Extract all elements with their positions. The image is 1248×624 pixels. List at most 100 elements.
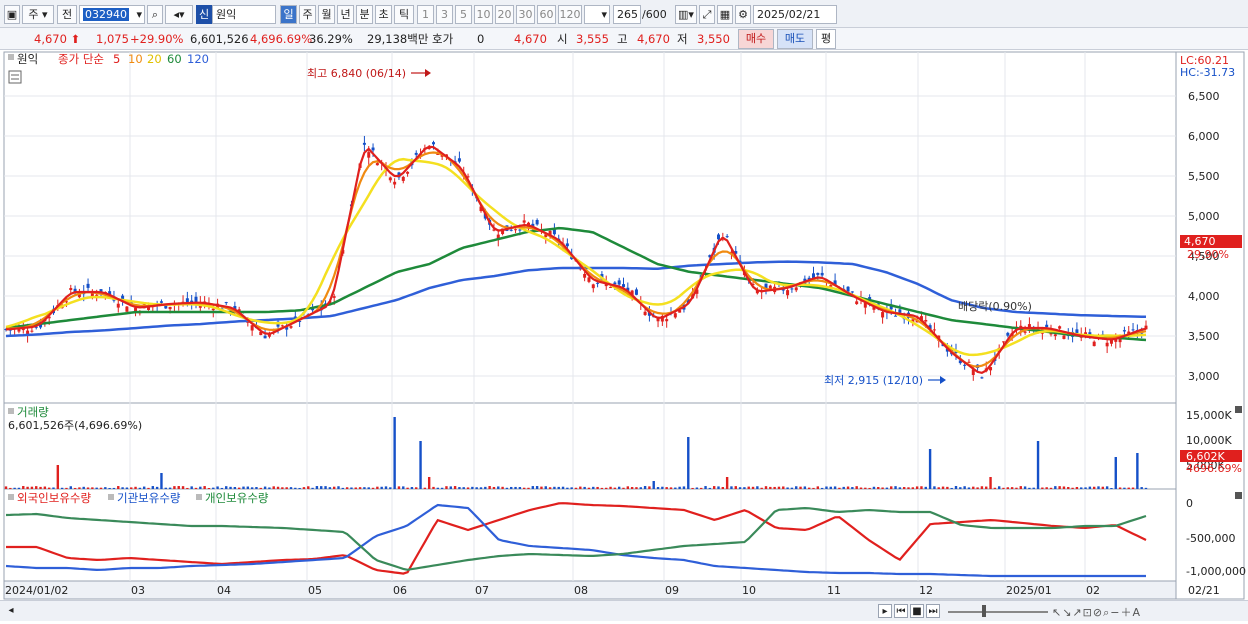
candle-body: [514, 229, 518, 231]
svg-text:2025/01: 2025/01: [1006, 584, 1052, 597]
svg-text:6,500: 6,500: [1188, 90, 1220, 103]
calculator-icon[interactable]: [8, 70, 22, 84]
sell-button[interactable]: 매도: [777, 29, 813, 49]
volume-bar: [937, 487, 940, 489]
volume-bar: [1080, 487, 1083, 489]
candle-body: [1092, 341, 1096, 347]
period-second[interactable]: 초: [375, 5, 392, 24]
code-input[interactable]: 032940 ▾: [79, 5, 145, 24]
volume-bar: [734, 486, 737, 489]
volume-bar: [769, 486, 772, 489]
rewind-icon[interactable]: ⏮: [894, 604, 908, 618]
count-input[interactable]: 265: [613, 5, 641, 24]
volume-bar: [1084, 487, 1087, 489]
chart-type-icon[interactable]: ▥▾: [675, 5, 697, 24]
volume-bar: [963, 486, 966, 489]
candle-body: [924, 319, 928, 322]
volume-bar: [466, 487, 470, 489]
candle-body: [367, 152, 371, 158]
buy-button[interactable]: 매수: [738, 29, 774, 49]
avg-button[interactable]: 평: [816, 29, 836, 49]
volume-bar: [877, 487, 880, 489]
search-icon[interactable]: ⌕: [147, 5, 163, 24]
volume-bar: [298, 487, 301, 489]
minute-30[interactable]: 30: [516, 5, 535, 24]
period-day[interactable]: 일: [280, 5, 297, 24]
candle-body: [1058, 326, 1062, 329]
svg-text:3,500: 3,500: [1188, 330, 1220, 343]
volume-bar: [691, 487, 694, 489]
stop-icon[interactable]: ■: [910, 604, 924, 618]
volume-bar: [553, 486, 556, 489]
panel-handle-icon[interactable]: [8, 494, 14, 500]
prev-button[interactable]: 전: [57, 5, 77, 24]
candle-body: [250, 325, 254, 331]
volume-bar: [816, 486, 820, 489]
period-tick[interactable]: 틱: [394, 5, 414, 24]
holding-panel-close-icon[interactable]: [1235, 492, 1242, 499]
volume-bar: [181, 486, 185, 489]
minute-120[interactable]: 120: [558, 5, 582, 24]
volume-bar: [462, 487, 465, 489]
volume-bar: [492, 486, 496, 489]
svg-text:03: 03: [131, 584, 145, 597]
minute-1[interactable]: 1: [417, 5, 434, 24]
volume-bar: [617, 486, 621, 489]
volume-bar: [453, 486, 457, 489]
scroll-right-icon[interactable]: ▸: [878, 604, 892, 618]
volume-bar: [479, 487, 483, 489]
candle-body: [388, 177, 392, 181]
minute-5[interactable]: 5: [455, 5, 472, 24]
period-year[interactable]: 년: [337, 5, 354, 24]
volume-bar: [358, 487, 362, 489]
drawing-tools-icons[interactable]: ↖↘↗⊡⊘⌕−＋A: [1052, 604, 1141, 620]
volume-bar: [1006, 487, 1010, 489]
candle-body: [591, 284, 595, 289]
volume-bar: [1032, 487, 1035, 489]
volume-bar: [864, 487, 867, 489]
tool-icon[interactable]: ⤢: [699, 5, 715, 24]
period-minute[interactable]: 분: [356, 5, 373, 24]
forward-icon[interactable]: ⏭: [926, 604, 940, 618]
sound-icon[interactable]: ◂▾: [165, 5, 193, 24]
market-select[interactable]: 주 ▾: [22, 5, 54, 24]
candle-body: [725, 236, 729, 238]
volume-bar: [639, 487, 642, 489]
period-month[interactable]: 월: [318, 5, 335, 24]
volume-bar: [1110, 487, 1113, 489]
volume-bar: [268, 487, 271, 489]
candle-body: [263, 335, 267, 339]
grid-icon[interactable]: ▦: [717, 5, 733, 24]
volume-bar: [747, 486, 750, 489]
period-week[interactable]: 주: [299, 5, 316, 24]
svg-text:04: 04: [217, 584, 231, 597]
volume-bar: [151, 486, 155, 489]
stock-name-field[interactable]: 원익: [212, 5, 276, 24]
toolbar: ▣ 주 ▾ 전 032940 ▾ ⌕ ◂▾ 신 원익 일 주 월 년 분 초 틱 …: [0, 0, 1248, 28]
volume-bar: [764, 486, 768, 489]
date-input[interactable]: 2025/02/21: [753, 5, 837, 24]
volume-bar: [1045, 487, 1048, 489]
minute-3[interactable]: 3: [436, 5, 453, 24]
scroll-left-icon[interactable]: ◂: [4, 604, 18, 618]
interval-dropdown[interactable]: ▾: [584, 5, 610, 24]
candle-body: [820, 272, 824, 276]
zoom-slider[interactable]: [948, 611, 1048, 613]
gear-icon[interactable]: ⚙: [735, 5, 751, 24]
layout-icon[interactable]: ▣: [4, 5, 20, 24]
zoom-slider-thumb[interactable]: [982, 605, 986, 617]
price-value: 4,670: [34, 32, 67, 46]
panel-handle-icon[interactable]: [8, 54, 14, 60]
volume-panel-close-icon[interactable]: [1235, 406, 1242, 413]
candle-body: [855, 301, 859, 305]
minute-60[interactable]: 60: [537, 5, 556, 24]
volume-bar: [898, 487, 902, 489]
volume-bar: [583, 486, 586, 489]
minute-20[interactable]: 20: [495, 5, 514, 24]
panel-handle-icon[interactable]: [8, 408, 14, 414]
minute-10[interactable]: 10: [474, 5, 493, 24]
svg-text:6,000: 6,000: [1188, 130, 1220, 143]
candle-body: [375, 163, 379, 166]
chart-scrollbar[interactable]: ◂ ▸ ⏮ ■ ⏭ ↖↘↗⊡⊘⌕−＋A: [0, 600, 1248, 621]
volume-bar: [315, 486, 319, 489]
